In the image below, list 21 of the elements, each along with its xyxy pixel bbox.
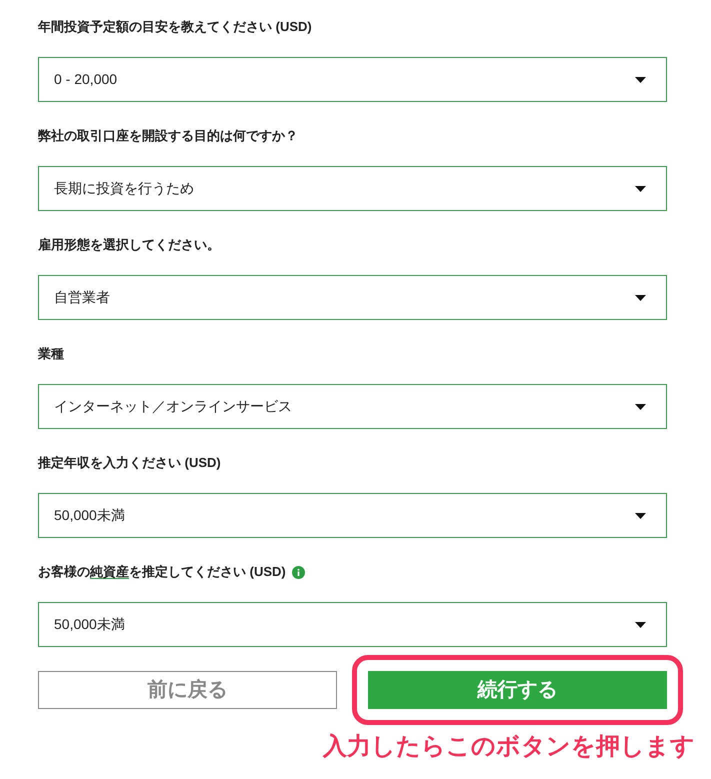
field-label: 雇用形態を選択してください。 <box>38 236 220 254</box>
caret-icon <box>635 76 646 82</box>
back-button[interactable]: 前に戻る <box>38 671 337 709</box>
field-label: 推定年収を入力ください (USD) <box>38 454 221 472</box>
select-field[interactable]: 50,000未満 <box>38 602 667 647</box>
field-label: 業種 <box>38 345 64 364</box>
select-field[interactable]: 自営業者 <box>38 275 667 320</box>
caret-icon <box>635 186 646 192</box>
field-label: 弊社の取引口座を開設する目的は何ですか？ <box>38 127 298 146</box>
field-label: お客様の純資産を推定してください (USD) <box>38 563 286 582</box>
caret-icon <box>635 512 646 518</box>
select-field[interactable]: 0 - 20,000 <box>38 57 667 102</box>
caret-icon <box>635 404 646 410</box>
field-label: 年間投資予定額の目安を教えてください (USD) <box>38 18 312 36</box>
info-icon[interactable] <box>292 566 305 578</box>
annotation-text: 入力したらこのボタンを押します <box>323 732 695 762</box>
select-field[interactable]: インターネット／オンラインサービス <box>38 384 667 429</box>
select-field[interactable]: 長期に投資を行うため <box>38 166 667 211</box>
caret-icon <box>635 622 646 628</box>
select-field[interactable]: 50,000未満 <box>38 493 667 538</box>
caret-icon <box>635 294 646 300</box>
